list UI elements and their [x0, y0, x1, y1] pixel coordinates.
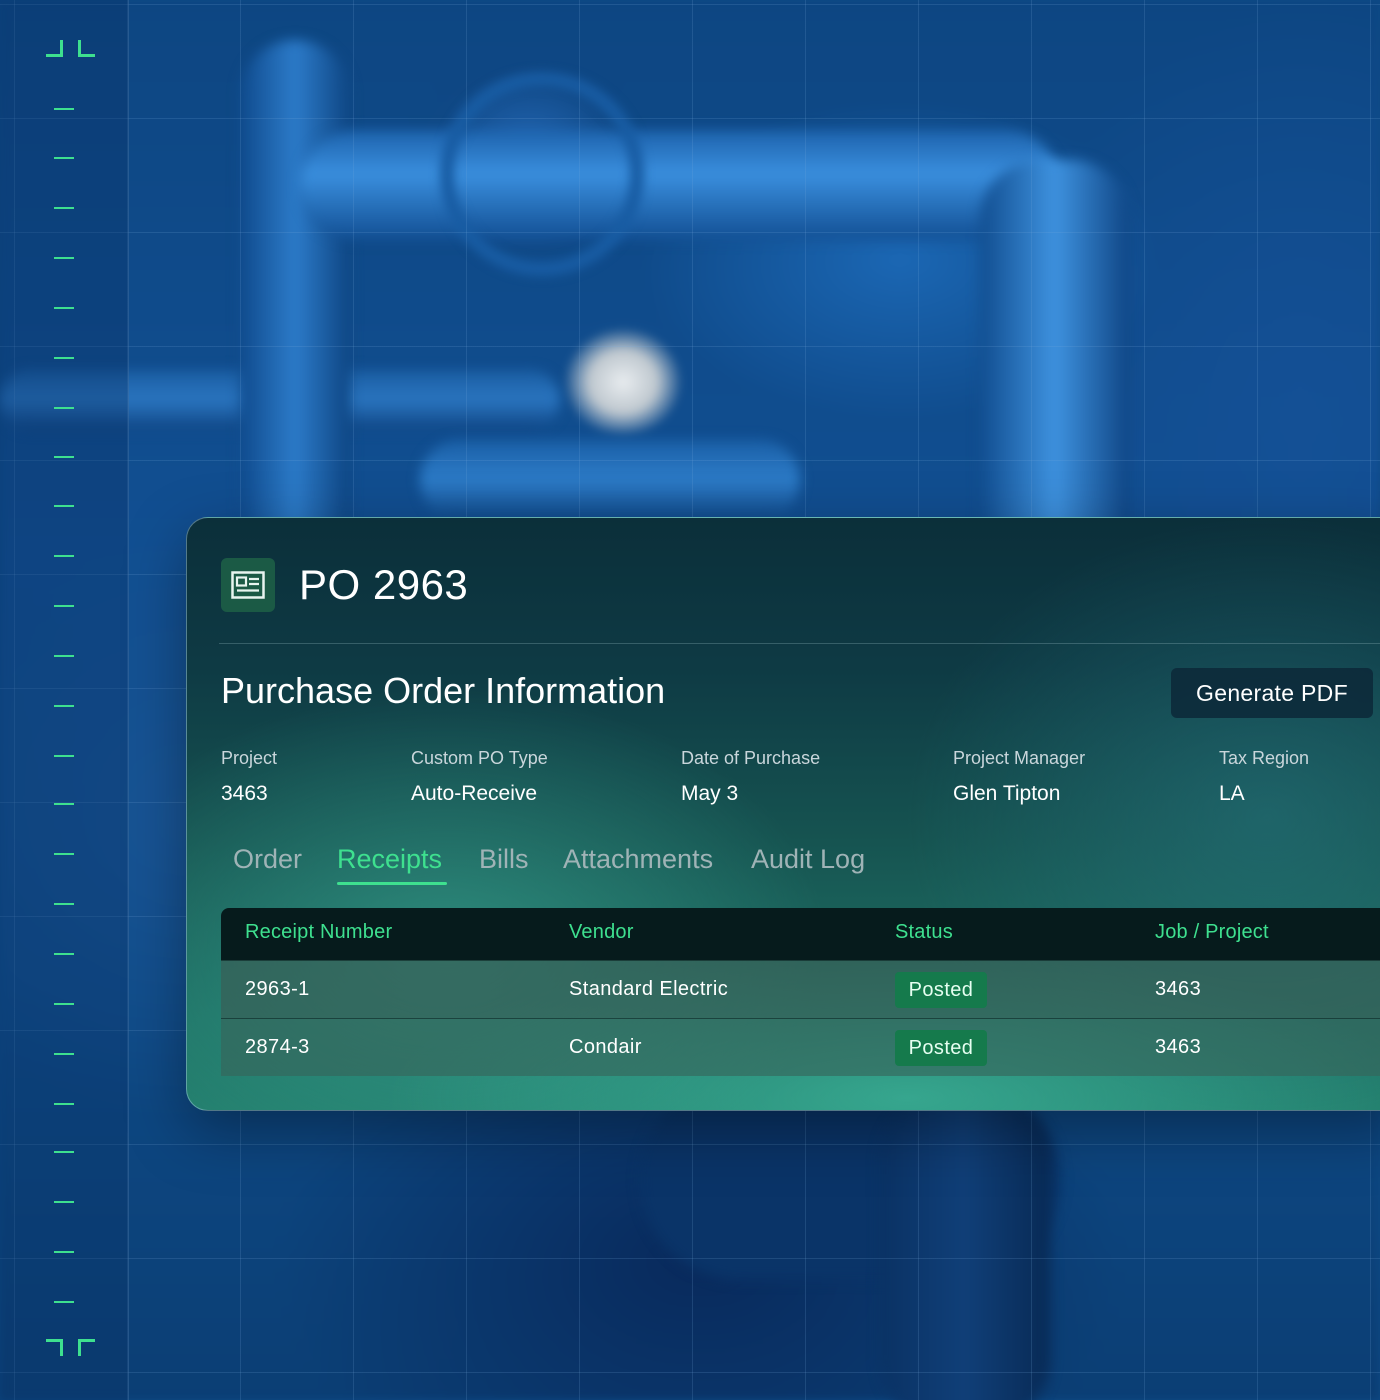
section-title: Purchase Order Information — [221, 670, 666, 711]
ruler-tick — [54, 1003, 74, 1005]
column-header-vendor[interactable]: Vendor — [569, 921, 634, 944]
field-value: Auto-Receive — [411, 782, 538, 805]
ruler-tick — [54, 655, 74, 657]
ruler-tick — [54, 456, 74, 458]
job-project-cell: 3463 — [1155, 978, 1202, 1000]
corner-bracket-icon — [78, 40, 95, 57]
ruler-tick — [54, 555, 74, 557]
tab-receipts[interactable]: Receipts — [337, 844, 442, 875]
vendor-cell: Standard Electric — [569, 978, 729, 1000]
ruler-strip — [0, 0, 129, 1400]
receipts-table: Receipt Number Vendor Status Job / Proje… — [221, 908, 1380, 1076]
field-tax-region: Tax Region LA — [1219, 748, 1309, 806]
field-value: 3463 — [221, 782, 268, 805]
column-header-receipt-number[interactable]: Receipt Number — [245, 921, 392, 944]
field-value: LA — [1219, 782, 1245, 805]
ruler-tick — [54, 1053, 74, 1055]
corner-bracket-icon — [46, 1339, 63, 1356]
column-header-job-project[interactable]: Job / Project — [1155, 921, 1269, 944]
po-title: PO 2963 — [299, 561, 469, 608]
ruler-tick — [54, 903, 74, 905]
table-header: Receipt Number Vendor Status Job / Proje… — [221, 908, 1380, 960]
ruler-tick — [54, 407, 74, 409]
tab-attachments[interactable]: Attachments — [563, 844, 713, 875]
ruler-tick — [54, 1151, 74, 1153]
corner-bracket-icon — [46, 40, 63, 57]
active-tab-indicator — [337, 882, 447, 885]
card-header: PO 2963 — [221, 558, 468, 612]
field-label: Project Manager — [953, 748, 1086, 768]
status-badge: Posted — [895, 972, 987, 1008]
document-icon — [221, 558, 275, 612]
column-header-status[interactable]: Status — [895, 921, 953, 944]
ruler-tick — [54, 207, 74, 209]
divider — [219, 643, 1380, 644]
tab-order[interactable]: Order — [233, 844, 302, 875]
table-row[interactable]: 2963-1 Standard Electric Posted 3463 — [221, 960, 1380, 1018]
generate-pdf-button[interactable]: Generate PDF — [1171, 668, 1373, 718]
table-row[interactable]: 2874-3 Condair Posted 3463 — [221, 1018, 1380, 1076]
ruler-tick — [54, 157, 74, 159]
ruler-tick — [54, 953, 74, 955]
ruler-tick — [54, 853, 74, 855]
field-label: Date of Purchase — [681, 748, 821, 768]
ruler-tick — [54, 1301, 74, 1303]
ruler-tick — [54, 803, 74, 805]
receipt-number-cell: 2874-3 — [245, 1036, 310, 1058]
ruler-tick — [54, 1251, 74, 1253]
field-label: Tax Region — [1219, 748, 1310, 768]
field-custom-po-type: Custom PO Type Auto-Receive — [411, 748, 548, 806]
field-project-manager: Project Manager Glen Tipton — [953, 748, 1085, 806]
status-badge: Posted — [895, 1030, 987, 1066]
ruler-tick — [54, 1201, 74, 1203]
ruler-tick — [54, 257, 74, 259]
field-value: May 3 — [681, 782, 739, 805]
ruler-tick — [54, 755, 74, 757]
tab-bills[interactable]: Bills — [479, 844, 529, 875]
corner-bracket-icon — [78, 1339, 95, 1356]
ruler-tick — [54, 605, 74, 607]
tab-audit-log[interactable]: Audit Log — [751, 844, 865, 875]
ruler-tick — [54, 505, 74, 507]
ruler-tick — [54, 705, 74, 707]
job-project-cell: 3463 — [1155, 1036, 1202, 1058]
field-label: Project — [221, 748, 278, 768]
ruler-tick — [54, 307, 74, 309]
purchase-order-card: PO 2963 Purchase Order Information Gener… — [186, 517, 1380, 1111]
vendor-cell: Condair — [569, 1036, 642, 1058]
field-label: Custom PO Type — [411, 748, 548, 768]
ruler-tick — [54, 1103, 74, 1105]
ruler-tick — [54, 108, 74, 110]
receipt-number-cell: 2963-1 — [245, 978, 310, 1000]
field-value: Glen Tipton — [953, 782, 1061, 805]
screen: PO 2963 Purchase Order Information Gener… — [0, 0, 1380, 1400]
field-date-of-purchase: Date of Purchase May 3 — [681, 748, 820, 806]
ruler-tick — [54, 357, 74, 359]
field-project: Project 3463 — [221, 748, 277, 806]
